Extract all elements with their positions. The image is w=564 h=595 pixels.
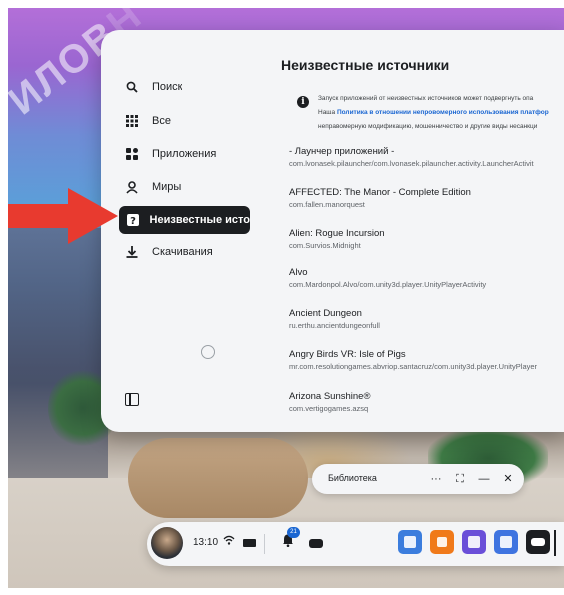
app-name: AFFECTED: The Manor - Complete Edition bbox=[289, 187, 471, 198]
home-circle-icon[interactable] bbox=[201, 345, 215, 359]
list-item[interactable]: Ancient Dungeon ru.erthu.ancientdungeonf… bbox=[289, 308, 564, 330]
app-name: Alien: Rogue Incursion bbox=[289, 228, 385, 239]
notice-line: Запуск приложений от неизвестных источни… bbox=[318, 95, 534, 102]
more-options-icon[interactable]: ··· bbox=[428, 470, 444, 488]
notification-badge: 21 bbox=[287, 527, 300, 538]
sidebar-item-all[interactable]: Все bbox=[118, 107, 248, 135]
app-package: mr.com.resolutiongames.abvriop.santacruz… bbox=[289, 362, 538, 371]
wifi-icon bbox=[223, 535, 235, 548]
app-package: com.fallen.manorquest bbox=[289, 200, 365, 209]
library-panel: Поиск Все Приложения Миры ? Неизвестные … bbox=[101, 30, 564, 432]
background-sofa bbox=[128, 438, 308, 518]
svg-text:?: ? bbox=[130, 216, 136, 226]
browser-icon bbox=[404, 536, 416, 548]
app-package: com.Mardonpol.Alvo/com.unity3d.player.Un… bbox=[289, 280, 487, 289]
vr-app-icon bbox=[531, 538, 545, 546]
download-icon bbox=[126, 243, 148, 261]
app-name: Arizona Sunshine® bbox=[289, 391, 371, 402]
explore-app-button[interactable] bbox=[494, 530, 518, 554]
app-name: Angry Birds VR: Isle of Pigs bbox=[289, 349, 406, 360]
sidebar: Поиск Все Приложения Миры ? Неизвестные … bbox=[101, 30, 251, 432]
search-icon bbox=[126, 78, 148, 96]
taskbar-edge-divider bbox=[554, 530, 556, 556]
notice-line: Наша Политика в отношении непровомерного… bbox=[318, 109, 549, 116]
expand-icon[interactable]: ⛶ bbox=[452, 470, 468, 488]
minimize-icon[interactable]: — bbox=[476, 470, 492, 488]
vr-app-button[interactable] bbox=[526, 530, 550, 554]
worlds-icon bbox=[126, 178, 148, 196]
sidebar-item-label: Неизвестные источн.. bbox=[149, 214, 250, 226]
main-content: Неизвестные источники i Запуск приложени… bbox=[281, 30, 564, 432]
clock: 13:10 bbox=[193, 537, 219, 548]
close-icon[interactable]: ✕ bbox=[500, 470, 516, 488]
sidebar-item-label: Приложения bbox=[152, 148, 217, 160]
taskbar: 13:10 21 bbox=[147, 522, 564, 566]
red-arrow-annotation bbox=[8, 188, 118, 244]
app-name: Alvo bbox=[289, 267, 308, 278]
list-item[interactable]: Alien: Rogue Incursion com.Survios.Midni… bbox=[289, 228, 564, 250]
policy-link[interactable]: Политика в отношении непровомерного испо… bbox=[337, 109, 549, 116]
sidebar-toggle-icon[interactable] bbox=[125, 393, 139, 406]
list-item[interactable]: Angry Birds VR: Isle of Pigs mr.com.reso… bbox=[289, 349, 564, 371]
taskbar-divider bbox=[264, 534, 265, 554]
chat-app-button[interactable] bbox=[462, 530, 486, 554]
headset-icon[interactable] bbox=[309, 539, 323, 548]
unknown-source-icon: ? bbox=[127, 211, 146, 229]
browser-app-button[interactable] bbox=[398, 530, 422, 554]
app-package: com.vertigogames.azsq bbox=[289, 404, 369, 413]
list-item[interactable]: Arizona Sunshine® com.vertigogames.azsq bbox=[289, 391, 564, 413]
avatar[interactable] bbox=[151, 527, 183, 559]
sidebar-item-apps[interactable]: Приложения bbox=[118, 140, 248, 168]
sidebar-item-label: Поиск bbox=[152, 81, 183, 93]
library-window-title: Библиотека bbox=[328, 473, 377, 483]
apps-icon bbox=[126, 145, 148, 163]
page-title: Неизвестные источники bbox=[281, 57, 450, 73]
sidebar-item-downloads[interactable]: Скачивания bbox=[118, 238, 248, 266]
sidebar-item-label: Скачивания bbox=[152, 246, 213, 258]
sidebar-item-label: Все bbox=[152, 115, 171, 127]
app-name: Ancient Dungeon bbox=[289, 308, 362, 319]
library-window-bar[interactable]: Библиотека ··· ⛶ — ✕ bbox=[312, 464, 524, 494]
list-item[interactable]: AFFECTED: The Manor - Complete Edition c… bbox=[289, 187, 564, 209]
background-pillar bbox=[8, 228, 108, 488]
list-item[interactable]: - Лаунчер приложений - com.lvonasek.pila… bbox=[289, 146, 564, 168]
grid-icon bbox=[126, 112, 148, 130]
sidebar-item-worlds[interactable]: Миры bbox=[118, 173, 248, 201]
sidebar-item-search[interactable]: Поиск bbox=[118, 73, 248, 101]
list-item[interactable]: Alvo com.Mardonpol.Alvo/com.unity3d.play… bbox=[289, 267, 564, 289]
explore-icon bbox=[500, 536, 512, 548]
app-package: ru.erthu.ancientdungeonfull bbox=[289, 321, 380, 330]
battery-icon bbox=[243, 539, 256, 547]
app-package: com.Survios.Midnight bbox=[289, 241, 361, 250]
chat-icon bbox=[468, 536, 480, 548]
app-package: com.lvonasek.pilauncher/com.lvonasek.pil… bbox=[289, 159, 534, 168]
sidebar-item-label: Миры bbox=[152, 181, 182, 193]
notice-line: неправомерную модификацию, мошенничество… bbox=[318, 123, 538, 130]
store-app-button[interactable] bbox=[430, 530, 454, 554]
info-icon: i bbox=[297, 96, 309, 108]
app-name: - Лаунчер приложений - bbox=[289, 146, 395, 157]
sidebar-item-unknown-sources[interactable]: ? Неизвестные источн.. bbox=[119, 206, 250, 234]
store-icon bbox=[437, 537, 447, 547]
